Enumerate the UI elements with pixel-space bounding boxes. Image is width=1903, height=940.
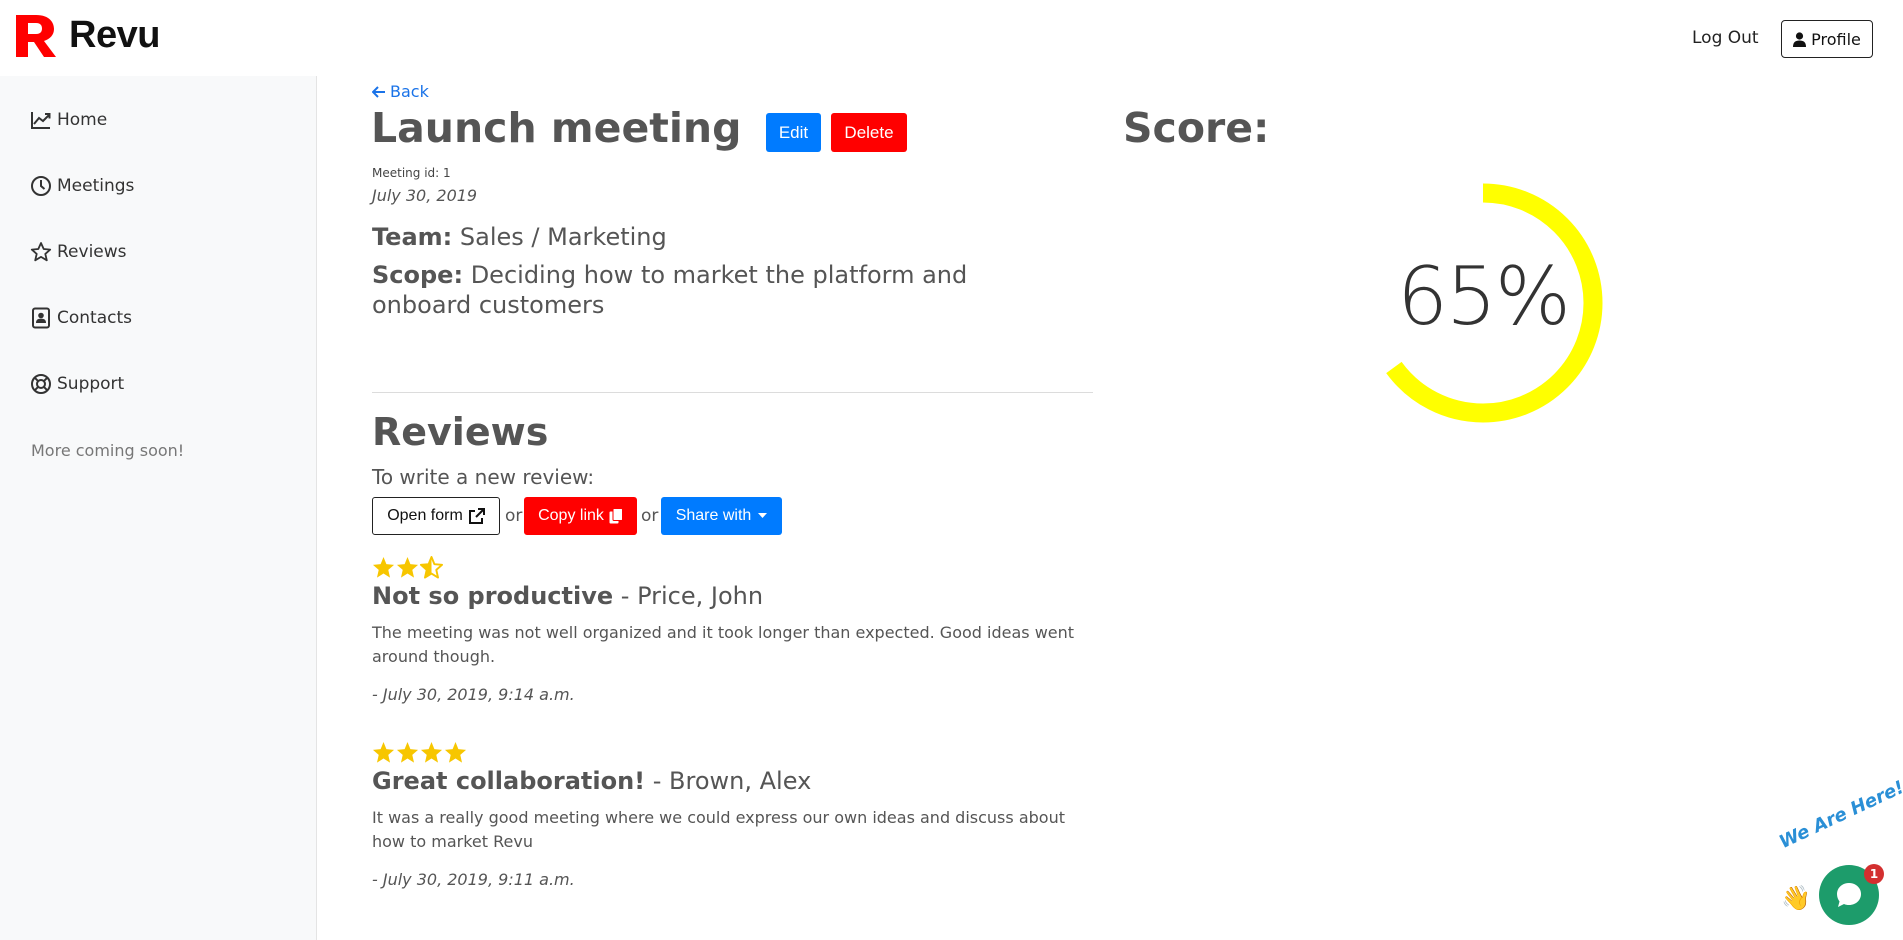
review-headline: Not so productive - Price, John: [372, 582, 1092, 610]
sidebar-item-contacts[interactable]: Contacts: [30, 307, 132, 329]
open-form-button[interactable]: Open form: [372, 497, 500, 535]
star-filled-icon: [444, 741, 467, 763]
team-label: Team:: [372, 223, 453, 251]
life-ring-icon: [31, 374, 51, 394]
share-label: Share with: [675, 507, 752, 524]
sidebar-item-label: Contacts: [57, 308, 132, 328]
star-filled-icon: [372, 556, 395, 578]
brand-logo[interactable]: Revu: [16, 14, 160, 57]
chat-unread-badge: 1: [1864, 864, 1884, 884]
review-body: It was a really good meeting where we co…: [372, 808, 1065, 851]
star-half-icon: [420, 556, 443, 579]
user-icon: [1793, 31, 1807, 47]
contact-card-icon: [32, 307, 50, 329]
edit-button[interactable]: Edit: [766, 113, 821, 152]
score-heading: Score:: [1123, 104, 1270, 152]
share-with-dropdown[interactable]: Share with: [661, 497, 782, 535]
sidebar-item-support[interactable]: Support: [30, 373, 124, 395]
delete-button[interactable]: Delete: [831, 113, 907, 152]
copy-icon: [609, 508, 623, 524]
revu-logo-icon: [16, 14, 56, 57]
review-author: - Price, John: [620, 582, 764, 610]
scope-line: Scope: Deciding how to market the platfo…: [372, 260, 1072, 320]
review-item: Great collaboration! - Brown, Alex It wa…: [372, 741, 1092, 889]
star-icon: [30, 242, 52, 262]
review-body: The meeting was not well organized and i…: [372, 623, 1075, 666]
review-item: Not so productive - Price, John The meet…: [372, 556, 1092, 704]
score-value: 65%: [1397, 250, 1571, 343]
open-form-label: Open form: [387, 507, 463, 524]
meeting-id: Meeting id: 1: [372, 166, 451, 180]
rating-stars: [372, 741, 1092, 765]
logout-link[interactable]: Log Out: [1692, 28, 1759, 48]
review-timestamp: - July 30, 2019, 9:11 a.m.: [372, 870, 575, 889]
review-title: Great collaboration!: [372, 767, 646, 795]
review-title: Not so productive: [372, 582, 614, 610]
review-timestamp: - July 30, 2019, 9:14 a.m.: [372, 685, 575, 704]
sidebar-item-reviews[interactable]: Reviews: [30, 241, 127, 263]
brand-name: Revu: [69, 14, 160, 56]
rating-stars: [372, 556, 1092, 580]
review-author: - Brown, Alex: [652, 767, 812, 795]
chart-line-icon: [31, 112, 51, 129]
sidebar: Home Meetings Reviews Contacts Support M…: [0, 76, 317, 940]
sidebar-item-label: Meetings: [57, 176, 135, 196]
star-filled-icon: [372, 741, 395, 763]
sidebar-item-meetings[interactable]: Meetings: [30, 175, 134, 197]
chat-tagline: We Are Here!: [1776, 776, 1903, 853]
review-headline: Great collaboration! - Brown, Alex: [372, 767, 1092, 795]
write-review-label: To write a new review:: [372, 465, 595, 489]
top-bar: Revu Log Out Profile: [0, 0, 1903, 76]
reviews-heading: Reviews: [372, 410, 549, 454]
meeting-date: July 30, 2019: [372, 186, 478, 205]
coming-soon-note: More coming soon!: [31, 441, 185, 460]
team-line: Team: Sales / Marketing: [372, 223, 667, 251]
star-filled-icon: [420, 741, 443, 763]
chat-bubble-icon: [1837, 883, 1861, 907]
star-filled-icon: [396, 741, 419, 763]
sidebar-item-label: Home: [57, 110, 108, 130]
back-label: Back: [390, 82, 429, 101]
sidebar-item-home[interactable]: Home: [30, 109, 107, 131]
caret-down-icon: [758, 513, 768, 518]
profile-button[interactable]: Profile: [1781, 20, 1873, 58]
external-link-icon: [468, 507, 485, 524]
or-separator: or: [505, 506, 523, 526]
team-value: Sales / Marketing: [459, 223, 667, 251]
copy-link-button[interactable]: Copy link: [524, 497, 637, 535]
waving-hand-icon: 👋: [1781, 884, 1811, 912]
divider: [372, 392, 1093, 393]
sidebar-item-label: Support: [57, 374, 125, 394]
clock-icon: [31, 176, 51, 196]
star-filled-icon: [396, 556, 419, 578]
or-separator: or: [641, 506, 659, 526]
sidebar-item-label: Reviews: [57, 242, 127, 262]
page-title: Launch meeting: [371, 104, 742, 152]
back-link[interactable]: Back: [372, 82, 429, 101]
copy-link-label: Copy link: [538, 507, 604, 524]
scope-label: Scope:: [372, 261, 464, 289]
arrow-left-icon: [372, 85, 385, 98]
profile-label: Profile: [1811, 29, 1861, 49]
